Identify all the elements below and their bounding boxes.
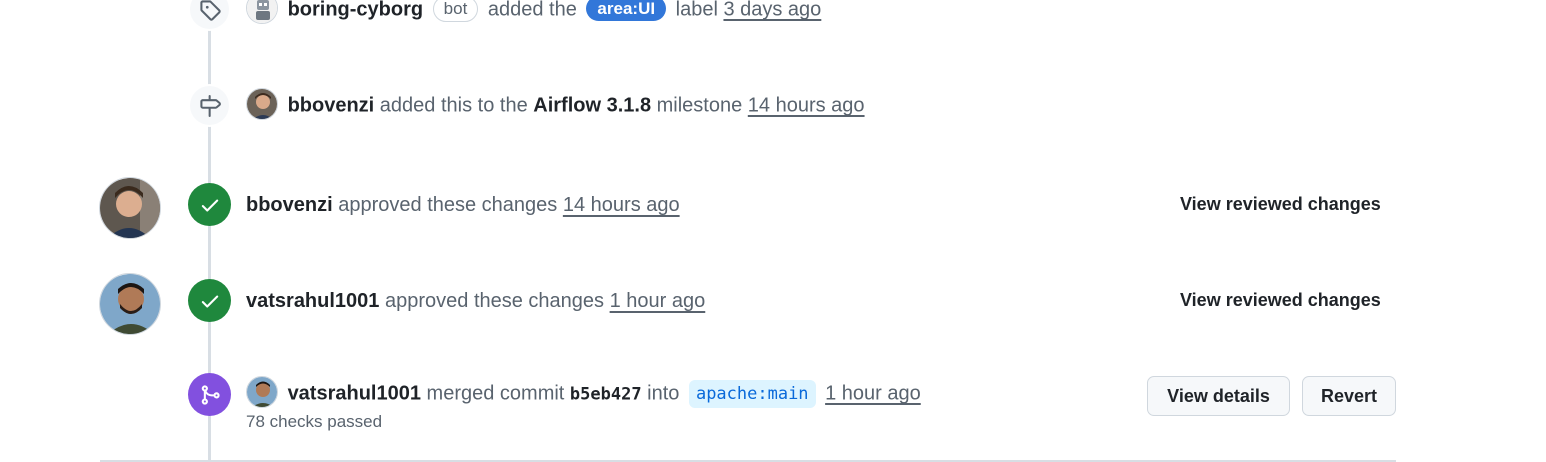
avatar[interactable] — [246, 376, 278, 408]
event-timestamp[interactable]: 1 hour ago — [610, 290, 706, 312]
actor-link[interactable]: vatsrahul1001 — [246, 290, 379, 312]
event-line: bbovenzi added this to the Airflow 3.1.8… — [246, 88, 865, 122]
tag-icon — [188, 0, 231, 31]
avatar[interactable] — [99, 177, 161, 239]
event-text: approved these changes — [338, 194, 558, 216]
event-line: vatsrahul1001 merged commit b5eb427 into… — [246, 376, 921, 410]
branch-ref[interactable]: apache:main — [688, 380, 816, 409]
event-timestamp[interactable]: 3 days ago — [723, 0, 821, 20]
event-text: merged commit — [426, 382, 565, 405]
milestone-link[interactable]: Airflow 3.1.8 — [533, 94, 651, 116]
event-text: added this to the — [379, 94, 528, 117]
event-line: vatsrahul1001 approved these changes 1 h… — [246, 287, 705, 315]
actor-link[interactable]: bbovenzi — [288, 94, 375, 116]
event-line: bbovenzi approved these changes 14 hours… — [246, 191, 680, 219]
check-icon — [188, 279, 231, 322]
git-merge-icon — [188, 373, 231, 416]
event-text: into — [647, 382, 680, 405]
view-details-button[interactable]: View details — [1147, 376, 1290, 416]
actor-link[interactable]: boring-cyborg — [288, 0, 424, 20]
actor-link[interactable]: vatsrahul1001 — [288, 382, 421, 404]
avatar[interactable] — [246, 88, 278, 120]
commit-sha-link[interactable]: b5eb427 — [570, 384, 642, 404]
pr-timeline: boring-cyborg bot added the area:UI labe… — [0, 0, 1546, 462]
revert-button[interactable]: Revert — [1302, 376, 1396, 416]
avatar[interactable] — [99, 273, 161, 335]
event-timestamp[interactable]: 14 hours ago — [748, 94, 865, 116]
event-text: approved these changes — [384, 290, 605, 312]
actor-link[interactable]: bbovenzi — [246, 194, 333, 216]
event-text: label — [675, 0, 718, 21]
bot-badge: bot — [432, 0, 479, 23]
event-line: boring-cyborg bot added the area:UI labe… — [246, 0, 821, 26]
check-icon — [188, 183, 231, 226]
event-text: milestone — [656, 94, 743, 117]
checks-status: 78 checks passed — [246, 412, 383, 431]
event-timestamp[interactable]: 1 hour ago — [825, 382, 921, 404]
label-area-ui[interactable]: area:UI — [586, 0, 667, 22]
event-text: added the — [487, 0, 577, 21]
event-timestamp[interactable]: 14 hours ago — [563, 194, 680, 216]
view-reviewed-changes-link[interactable]: View reviewed changes — [1180, 194, 1381, 215]
milestone-icon — [188, 84, 231, 127]
avatar[interactable] — [246, 0, 278, 24]
view-reviewed-changes-link[interactable]: View reviewed changes — [1180, 290, 1381, 311]
